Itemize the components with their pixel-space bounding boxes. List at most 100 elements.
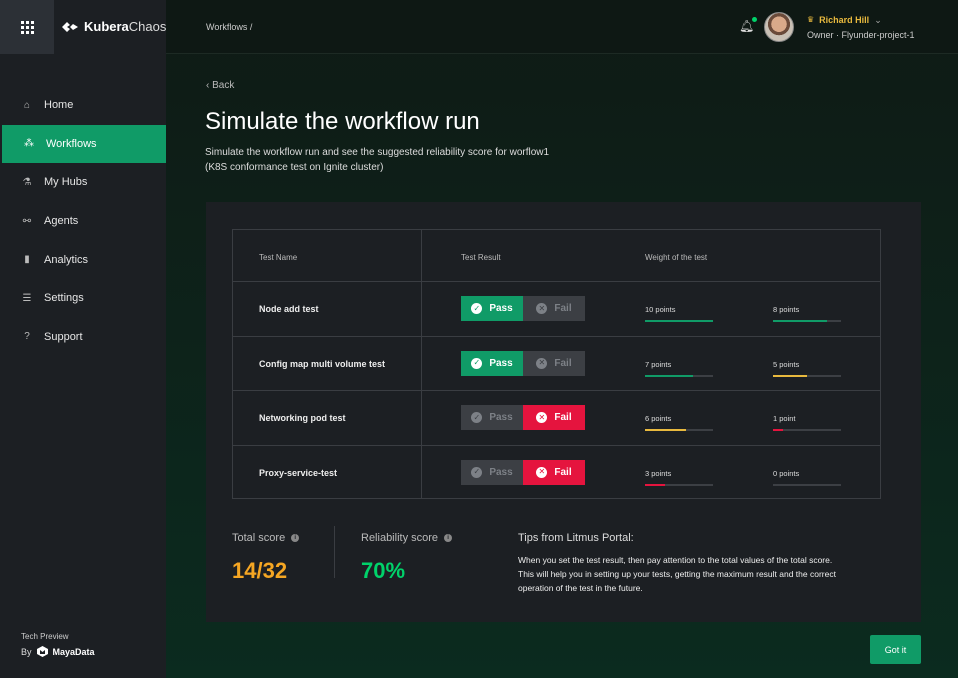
chevron-left-icon: ‹ bbox=[206, 80, 210, 91]
close-icon: ✕ bbox=[536, 412, 548, 423]
test-score: 0 points bbox=[773, 469, 841, 486]
sidebar-nav: ⌂ Home ⁂ Workflows ⚗ My Hubs ⚯ Agents ▮ Analy… bbox=[0, 86, 166, 356]
settings-icon: ☰ bbox=[22, 292, 32, 304]
check-icon: ✓ bbox=[471, 466, 483, 478]
score-label: 8 points bbox=[773, 305, 800, 314]
score-bar bbox=[773, 429, 841, 431]
close-icon: ✕ bbox=[536, 466, 548, 478]
top-bar: Workflows / 🔔︎ ♛ Richard Hill ⌄ Owner · Fl… bbox=[166, 0, 958, 54]
fail-label: Fail bbox=[554, 303, 572, 314]
analytics-icon: ▮ bbox=[24, 254, 30, 266]
weight-bar-fill bbox=[645, 320, 713, 322]
sidebar-item-label: Workflows bbox=[46, 137, 97, 150]
sidebar: Kubera Chaos ⌂ Home ⁂ Workflows ⚗ My Hubs ⚯… bbox=[0, 0, 166, 678]
workflows-icon: ⁂ bbox=[24, 138, 34, 150]
weight-bar bbox=[645, 429, 713, 431]
pass-button[interactable]: ✓ Pass bbox=[461, 459, 523, 485]
page-title: Simulate the workflow run bbox=[205, 108, 480, 135]
grid-icon bbox=[20, 20, 34, 34]
notification-bell-icon[interactable]: 🔔︎ bbox=[739, 17, 758, 33]
simulation-card: Test Name Test Result Weight of the test… bbox=[206, 202, 921, 622]
pass-label: Pass bbox=[489, 466, 513, 478]
fail-label: Fail bbox=[554, 466, 572, 478]
test-name: Networking pod test bbox=[259, 413, 346, 423]
chevron-down-icon: ⌄ bbox=[874, 15, 882, 25]
fail-label: Fail bbox=[554, 412, 572, 423]
sidebar-item-label: Home bbox=[44, 99, 74, 112]
pass-label: Pass bbox=[489, 303, 513, 314]
weight-bar bbox=[645, 483, 713, 486]
help-icon: ? bbox=[24, 331, 30, 343]
pass-button[interactable]: ✓ Pass bbox=[461, 350, 523, 376]
info-icon[interactable]: i bbox=[444, 534, 453, 542]
logo[interactable]: Kubera Chaos bbox=[62, 19, 166, 34]
fail-button[interactable]: ✕ Fail bbox=[523, 405, 585, 430]
sidebar-item-label: Support bbox=[44, 330, 83, 343]
pass-label: Pass bbox=[489, 357, 513, 369]
fail-button[interactable]: ✕ Fail bbox=[523, 296, 585, 321]
table-row: Proxy-service-test ✓ Pass ✕ Fail 3 points 0 po… bbox=[233, 444, 880, 499]
notification-dot bbox=[752, 17, 758, 22]
link-icon: ⚯ bbox=[22, 215, 32, 227]
test-weight: 3 points bbox=[645, 469, 713, 486]
weight-bar bbox=[645, 320, 713, 322]
score-bar bbox=[773, 483, 841, 486]
test-weight: 10 points bbox=[645, 305, 713, 322]
fail-button[interactable]: ✕ Fail bbox=[523, 350, 585, 376]
score-bar-fill bbox=[773, 320, 828, 322]
pass-button[interactable]: ✓ Pass bbox=[461, 296, 523, 321]
close-icon: ✕ bbox=[536, 357, 548, 369]
app-grid-button[interactable] bbox=[0, 0, 54, 54]
breadcrumb[interactable]: Workflows / bbox=[206, 22, 252, 32]
sidebar-item-label: Settings bbox=[44, 292, 84, 305]
table-row: Networking pod test ✓ Pass ✕ Fail 6 points 1 p… bbox=[233, 390, 880, 444]
got-it-button[interactable]: Got it bbox=[870, 635, 921, 664]
sidebar-item-analytics[interactable]: ▮ Analytics bbox=[0, 240, 166, 279]
sidebar-item-label: Analytics bbox=[44, 253, 89, 266]
total-score: Total score i 14/32 bbox=[232, 532, 300, 584]
sidebar-item-label: Agents bbox=[44, 215, 79, 228]
sidebar-item-settings[interactable]: ☰ Settings bbox=[0, 279, 166, 318]
user-name: Richard Hill bbox=[819, 15, 870, 25]
pass-button[interactable]: ✓ Pass bbox=[461, 405, 523, 430]
weight-label: 3 points bbox=[645, 468, 672, 478]
result-toggle[interactable]: ✓ Pass ✕ Fail bbox=[461, 405, 585, 430]
pass-label: Pass bbox=[489, 412, 513, 423]
result-toggle[interactable]: ✓ Pass ✕ Fail bbox=[461, 459, 585, 485]
check-icon: ✓ bbox=[471, 303, 483, 314]
test-name: Proxy-service-test bbox=[259, 467, 338, 478]
weight-label: 6 points bbox=[645, 414, 672, 423]
fail-button[interactable]: ✕ Fail bbox=[523, 459, 585, 485]
weight-label: 7 points bbox=[645, 359, 672, 369]
tests-table: Test Name Test Result Weight of the test… bbox=[232, 229, 881, 499]
user-menu[interactable]: ♛ Richard Hill ⌄ Owner · Flyunder-project-… bbox=[807, 15, 915, 40]
result-toggle[interactable]: ✓ Pass ✕ Fail bbox=[461, 296, 585, 321]
reliability-score: Reliability score i 70% bbox=[361, 532, 453, 584]
by-label: By bbox=[21, 646, 32, 657]
sidebar-item-support[interactable]: ? Support bbox=[0, 318, 166, 357]
total-score-value: 14/32 bbox=[232, 558, 288, 583]
sidebar-item-workflows[interactable]: ⁂ Workflows bbox=[2, 124, 166, 164]
maker-name: MayaData bbox=[52, 646, 95, 657]
weight-bar-fill bbox=[645, 483, 666, 486]
sidebar-item-my-hubs[interactable]: ⚗ My Hubs bbox=[0, 163, 166, 202]
test-name: Node add test bbox=[259, 304, 319, 314]
result-toggle[interactable]: ✓ Pass ✕ Fail bbox=[461, 350, 585, 376]
maker-credit: By MayaData bbox=[21, 646, 95, 657]
tech-preview-label: Tech Preview bbox=[21, 632, 69, 641]
back-link[interactable]: ‹ Back bbox=[206, 80, 234, 91]
sidebar-item-home[interactable]: ⌂ Home bbox=[0, 86, 166, 125]
avatar[interactable] bbox=[764, 12, 794, 42]
weight-bar-fill bbox=[645, 429, 686, 431]
table-row: Config map multi volume test ✓ Pass ✕ Fail 7 … bbox=[233, 335, 880, 390]
main-content: Workflows / 🔔︎ ♛ Richard Hill ⌄ Owner · Fl… bbox=[166, 0, 958, 678]
tips-title: Tips from Litmus Portal: bbox=[518, 532, 634, 544]
back-label: Back bbox=[212, 80, 235, 91]
column-header-name: Test Name bbox=[259, 253, 298, 262]
sidebar-item-agents[interactable]: ⚯ Agents bbox=[0, 202, 166, 241]
column-header-result: Test Result bbox=[461, 253, 501, 262]
info-icon[interactable]: i bbox=[291, 534, 300, 542]
weight-label: 10 points bbox=[645, 305, 676, 314]
crown-icon: ♛ bbox=[807, 15, 815, 24]
page-subtitle: Simulate the workflow run and see the su… bbox=[205, 147, 550, 173]
